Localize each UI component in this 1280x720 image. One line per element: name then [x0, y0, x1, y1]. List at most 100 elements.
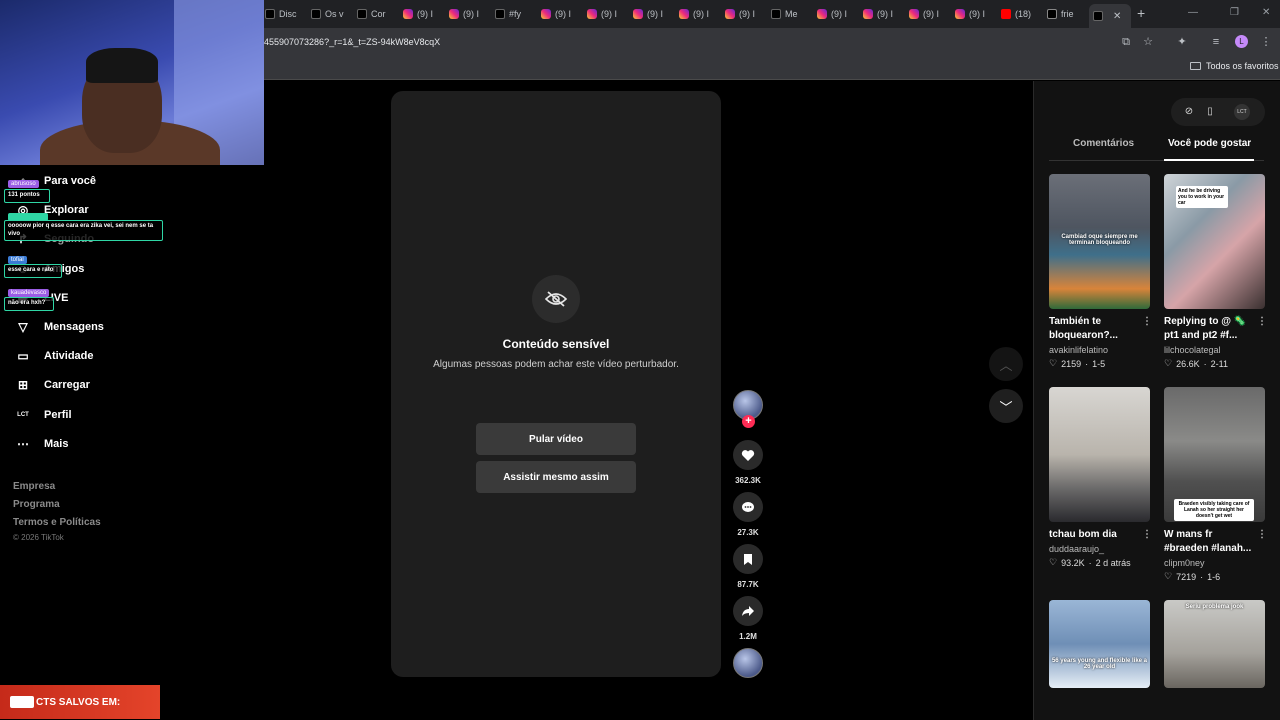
thumbnail-caption: Seriu problema jook — [1185, 604, 1244, 610]
browser-tab[interactable]: Os v — [311, 5, 349, 23]
browser-tab[interactable]: Cor — [357, 5, 395, 23]
card-title: W mans fr #braeden #lanah... ⋮ — [1164, 528, 1267, 554]
browser-tab[interactable]: Disc — [265, 5, 303, 23]
chat-username: kauadevasco — [8, 289, 50, 297]
video-player: Conteúdo sensível Algumas pessoas podem … — [391, 91, 721, 677]
skip-video-button[interactable]: Pular vídeo — [476, 423, 636, 455]
close-tab-icon[interactable]: ✕ — [1113, 11, 1121, 22]
like-action[interactable]: 362.3K — [733, 440, 763, 485]
video-card[interactable]: And he be driving you to work in your ca… — [1164, 174, 1267, 369]
comment-icon[interactable] — [733, 492, 763, 522]
card-author[interactable]: lilchocolategal — [1164, 345, 1265, 355]
video-thumbnail[interactable]: And he be driving you to work in your ca… — [1164, 174, 1265, 309]
video-thumbnail[interactable]: Seriu problema jook — [1164, 600, 1265, 688]
browser-tab[interactable]: (9) I — [449, 5, 487, 23]
share-icon[interactable] — [733, 596, 763, 626]
message-icon: ▽ — [18, 320, 28, 334]
menu-kebab-icon[interactable]: ⋮ — [1259, 35, 1273, 49]
compass-icon[interactable]: ⊘ — [1181, 104, 1197, 120]
bookmark-star-icon[interactable]: ☆ — [1141, 35, 1155, 49]
card-author[interactable]: duddaaraujo_ — [1049, 544, 1150, 554]
video-card[interactable]: Cambiad oque siempre me terminan bloquea… — [1049, 174, 1152, 369]
browser-tab[interactable]: (9) I — [403, 5, 441, 23]
cast-icon[interactable]: ⧉ — [1119, 35, 1133, 49]
browser-tab[interactable]: Me — [771, 5, 809, 23]
card-author[interactable]: clipm0ney — [1164, 558, 1265, 568]
more-options-icon[interactable]: ⋮ — [1257, 528, 1267, 542]
instagram-icon — [679, 9, 689, 19]
extensions-icon[interactable]: ✦ — [1175, 35, 1189, 49]
active-tab-indicator — [1164, 159, 1254, 161]
video-card[interactable]: Braeden visibly taking care of Lanah so … — [1164, 387, 1267, 582]
instagram-icon — [909, 9, 919, 19]
sidebar-item-upload[interactable]: ⊞ Carregar — [16, 375, 90, 395]
tab-you-may-like[interactable]: Você pode gostar — [1168, 138, 1251, 149]
video-thumbnail[interactable] — [1049, 387, 1150, 522]
browser-tab[interactable]: (9) I — [725, 5, 763, 23]
thumbnail-caption: 56 years young and flexible like a 26 ye… — [1051, 658, 1148, 670]
chat-message: esse cara e rato — [4, 264, 62, 278]
browser-tab[interactable]: (9) I — [633, 5, 671, 23]
video-card[interactable]: tchau bom dia ⋮ duddaaraujo_ ♡ 93.2K · 2 d a… — [1049, 387, 1152, 568]
logo-icon — [10, 696, 34, 708]
phone-icon[interactable]: ▯ — [1202, 104, 1218, 120]
video-card[interactable]: 56 years young and flexible like a 26 ye… — [1049, 600, 1150, 688]
media-controls-icon[interactable]: ≡ — [1209, 35, 1223, 49]
tiktok-icon — [357, 9, 367, 19]
browser-tab[interactable]: (9) I — [817, 5, 855, 23]
profile-avatar[interactable]: L — [1235, 35, 1248, 48]
browser-tab[interactable]: (18) — [1001, 5, 1039, 23]
browser-tab-active[interactable]: ✕ — [1089, 4, 1131, 28]
card-author[interactable]: avakinlifelatino — [1049, 345, 1150, 355]
profile-avatar-small[interactable]: LCT — [1234, 104, 1250, 120]
x-icon — [1047, 9, 1057, 19]
footer-link-company[interactable]: Empresa — [13, 481, 55, 492]
footer-link-program[interactable]: Programa — [13, 499, 60, 510]
browser-tab[interactable]: (9) I — [909, 5, 947, 23]
footer-link-terms[interactable]: Termos e Políticas — [13, 517, 101, 528]
minimize-icon[interactable]: — — [1188, 7, 1198, 18]
save-action[interactable]: 87.7K — [733, 544, 763, 589]
bookmark-icon[interactable] — [733, 544, 763, 574]
browser-tab[interactable]: frie — [1047, 5, 1085, 23]
sidebar-item-profile[interactable]: LCT Perfil — [16, 405, 71, 425]
previous-video-chevron-up-icon[interactable]: ︿ — [989, 347, 1023, 381]
tiktok-icon — [495, 9, 505, 19]
maximize-icon[interactable]: ❐ — [1230, 7, 1239, 18]
browser-tab[interactable]: (9) I — [679, 5, 717, 23]
url-text[interactable]: 455907073286?_r=1&_t=ZS-94kW8eV8cqX — [264, 37, 440, 47]
all-bookmarks-folder[interactable]: Todos os favoritos — [1190, 61, 1279, 71]
more-options-icon[interactable]: ⋮ — [1142, 315, 1152, 329]
video-thumbnail[interactable]: Braeden visibly taking care of Lanah so … — [1164, 387, 1265, 522]
browser-tab[interactable]: (9) I — [863, 5, 901, 23]
card-title: tchau bom dia ⋮ — [1049, 528, 1152, 542]
instagram-icon — [955, 9, 965, 19]
browser-tab[interactable]: #fy — [495, 5, 533, 23]
video-thumbnail[interactable]: 56 years young and flexible like a 26 ye… — [1049, 600, 1150, 688]
share-action[interactable]: 1.2M — [733, 596, 763, 641]
close-window-icon[interactable]: ✕ — [1262, 7, 1270, 18]
sidebar-item-messages[interactable]: ▽ Mensagens — [16, 317, 104, 337]
watch-anyway-button[interactable]: Assistir mesmo assim — [476, 461, 636, 493]
heart-outline-icon: ♡ — [1164, 358, 1173, 368]
browser-tab[interactable]: (9) I — [955, 5, 993, 23]
more-options-icon[interactable]: ⋮ — [1257, 315, 1267, 329]
follow-plus-icon[interactable]: + — [742, 415, 755, 428]
sidebar-item-more[interactable]: ⋯ Mais — [16, 434, 68, 454]
music-disc-avatar[interactable] — [733, 648, 763, 678]
sidebar-item-activity[interactable]: ▭ Atividade — [16, 346, 93, 366]
browser-tab[interactable]: (9) I — [587, 5, 625, 23]
chat-username: abrusoso — [8, 180, 39, 188]
browser-tab[interactable]: (9) I — [541, 5, 579, 23]
next-video-chevron-down-icon[interactable]: ﹀ — [989, 389, 1023, 423]
comment-action[interactable]: 27.3K — [733, 492, 763, 537]
tab-comments[interactable]: Comentários — [1073, 138, 1134, 149]
heart-icon[interactable] — [733, 440, 763, 470]
more-options-icon[interactable]: ⋮ — [1142, 528, 1152, 542]
video-thumbnail[interactable]: Cambiad oque siempre me terminan bloquea… — [1049, 174, 1150, 309]
new-tab-button[interactable]: + — [1137, 5, 1145, 21]
video-card[interactable]: Seriu problema jook — [1164, 600, 1265, 688]
activity-icon: ▭ — [17, 349, 29, 363]
card-meta: ♡ 26.6K · 2-11 — [1164, 358, 1228, 369]
folder-icon — [1190, 62, 1201, 70]
